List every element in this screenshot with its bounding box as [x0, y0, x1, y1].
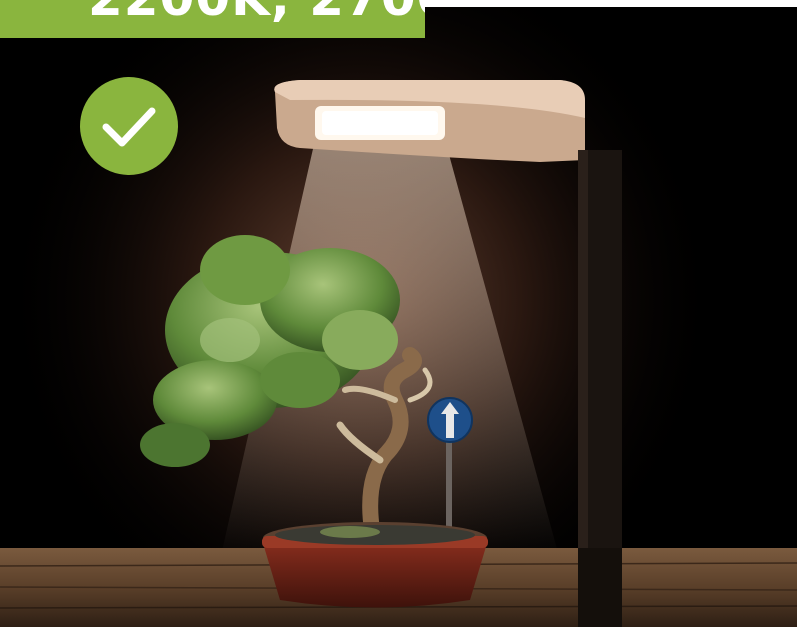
- check-badge: [80, 77, 178, 175]
- bonsai-pot: [262, 522, 488, 608]
- checkmark-icon: [102, 107, 156, 147]
- top-white-strip: [424, 0, 797, 7]
- color-temperature-banner: 2200K, 2700K: [0, 0, 425, 38]
- color-temperature-label: 2200K, 2700K: [88, 0, 425, 28]
